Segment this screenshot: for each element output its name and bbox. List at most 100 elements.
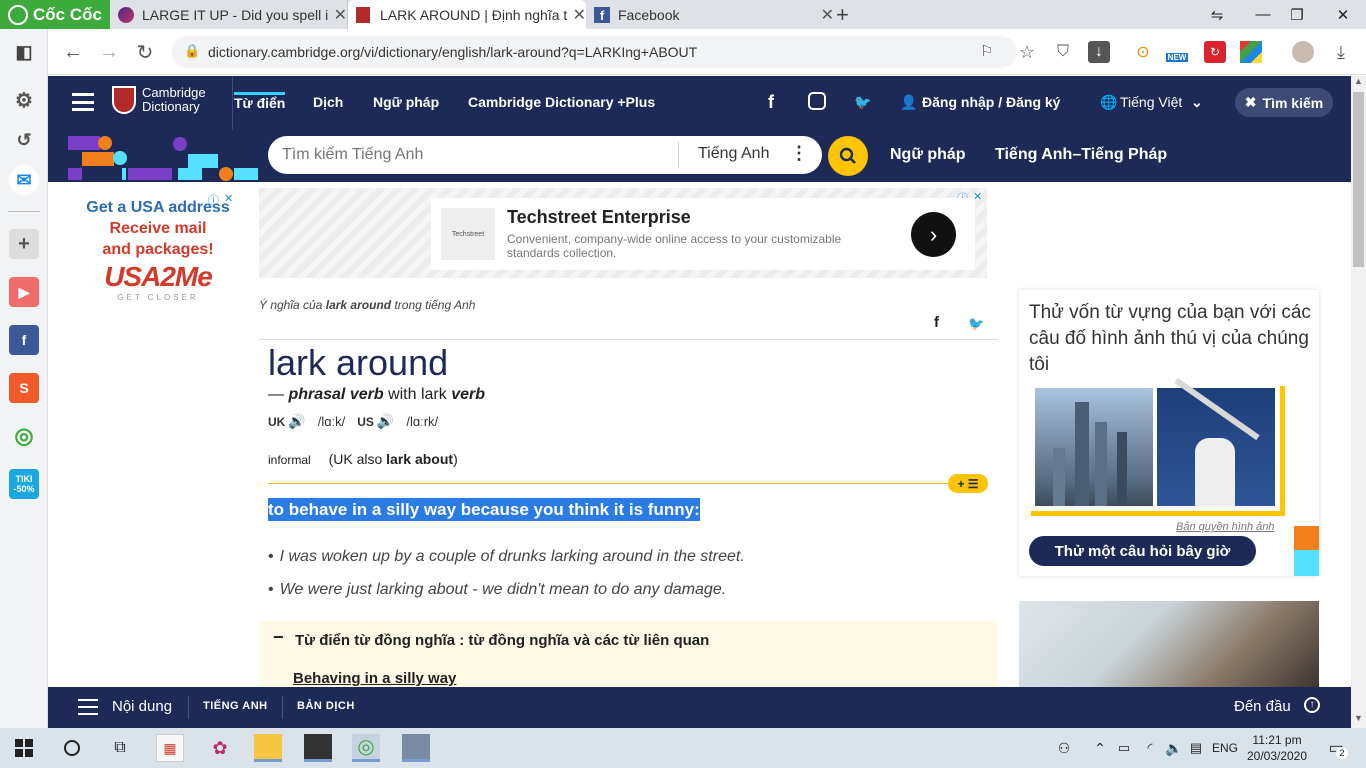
- english-french-link[interactable]: Tiếng Anh–Tiếng Pháp: [995, 146, 1167, 164]
- share-facebook-icon[interactable]: f: [934, 314, 939, 331]
- shield-icon[interactable]: ⛉: [1052, 41, 1074, 63]
- twitter-header-icon[interactable]: 🐦: [854, 94, 871, 111]
- restore-icon[interactable]: ❐: [1274, 0, 1320, 29]
- thesaurus-title[interactable]: Từ điển từ đồng nghĩa : từ đồng nghĩa và…: [295, 632, 709, 649]
- search-button[interactable]: [828, 136, 868, 176]
- new-tab-icon[interactable]: +: [836, 2, 849, 28]
- collapse-icon[interactable]: −: [273, 627, 284, 648]
- tab-translation[interactable]: BẢN DỊCH: [297, 700, 355, 712]
- more-options-icon[interactable]: ⋮: [790, 143, 808, 164]
- lock-icon[interactable]: 🔒: [184, 43, 200, 59]
- back-to-top-link[interactable]: Đến đầu: [1234, 698, 1291, 715]
- extension-colorful-icon[interactable]: [1240, 41, 1262, 63]
- close-window-icon[interactable]: ✕: [1320, 0, 1366, 29]
- also-word[interactable]: lark about: [386, 451, 453, 467]
- history-icon[interactable]: ↺: [9, 125, 39, 155]
- forward-arrow-icon[interactable]: →: [98, 41, 120, 63]
- ad-close-icon[interactable]: ✕: [224, 192, 233, 205]
- extension-new-icon[interactable]: NEW: [1165, 41, 1189, 63]
- extension-red-icon[interactable]: ↻: [1204, 41, 1226, 63]
- bookmark-star-icon[interactable]: ☆: [1016, 41, 1038, 63]
- top-ad[interactable]: ⓘ ✕ Techstreet Techstreet Enterprise Con…: [259, 188, 987, 278]
- tab-english[interactable]: TIẾNG ANH: [203, 700, 268, 712]
- facebook-icon[interactable]: f: [9, 325, 39, 355]
- facebook-header-icon[interactable]: f: [768, 92, 774, 113]
- window-menu-icon[interactable]: ⇋: [1194, 0, 1240, 29]
- scroll-up-icon[interactable]: ▲: [1354, 76, 1363, 86]
- tab-lark-around[interactable]: LARK AROUND | Định nghĩa t ✕: [348, 0, 586, 29]
- ad-line2: Receive mail: [109, 220, 207, 237]
- page-scrollbar[interactable]: ▲ ▼: [1351, 76, 1366, 728]
- tiki-icon[interactable]: TIKI -50%: [9, 469, 39, 499]
- us-speaker-icon[interactable]: 🔊: [377, 413, 394, 430]
- coccoc-taskbar-icon[interactable]: ◎: [352, 734, 380, 762]
- hamburger-menu-icon[interactable]: [72, 93, 94, 111]
- nav-dictionary[interactable]: Từ điển: [234, 92, 286, 111]
- share-twitter-icon[interactable]: 🐦: [968, 316, 984, 332]
- back-arrow-icon[interactable]: ←: [62, 41, 84, 63]
- downloads-icon[interactable]: ⤓: [1330, 41, 1352, 63]
- language-indicator[interactable]: ENG: [1212, 741, 1238, 755]
- uk-speaker-icon[interactable]: 🔊: [288, 413, 305, 430]
- coccoc-logo-button[interactable]: Cốc Cốc: [0, 0, 110, 29]
- scroll-down-icon[interactable]: ▼: [1354, 713, 1363, 723]
- file-explorer-icon[interactable]: [254, 734, 282, 762]
- extension-orange-icon[interactable]: ⊙: [1132, 41, 1154, 63]
- shopee-icon[interactable]: S: [9, 373, 39, 403]
- battery-icon[interactable]: ▭: [1110, 734, 1138, 762]
- instagram-header-icon[interactable]: [808, 92, 826, 110]
- close-tab-icon[interactable]: ✕: [821, 5, 834, 25]
- nav-plus[interactable]: Cambridge Dictionary +Plus: [468, 94, 655, 110]
- search-circle-icon[interactable]: [58, 734, 86, 762]
- download-box-icon[interactable]: ↓: [1088, 41, 1110, 63]
- taskbar-app-2-icon[interactable]: ✿: [206, 734, 234, 762]
- ad-arrow-button[interactable]: ›: [911, 212, 956, 257]
- nav-grammar[interactable]: Ngữ pháp: [373, 94, 439, 110]
- windows-start-icon[interactable]: [10, 734, 38, 762]
- contents-menu-icon[interactable]: [78, 699, 98, 715]
- keyboard-icon[interactable]: ▤: [1182, 734, 1210, 762]
- close-search-button[interactable]: ✖ Tìm kiếm: [1235, 88, 1333, 117]
- close-tab-icon[interactable]: ✕: [573, 5, 586, 25]
- contents-label[interactable]: Nội dung: [112, 698, 172, 715]
- task-view-icon[interactable]: ⧉: [106, 734, 134, 762]
- clock[interactable]: 11:21 pm 20/03/2020: [1244, 732, 1310, 764]
- left-ad[interactable]: ⓘ ✕ Get a USA address Receive mail and p…: [78, 192, 238, 322]
- taskbar-app-3-icon[interactable]: [402, 734, 430, 762]
- reload-icon[interactable]: ↻: [134, 41, 156, 64]
- scroll-thumb[interactable]: [1353, 92, 1364, 267]
- quiz-start-button[interactable]: Thử một câu hỏi bây giờ: [1029, 536, 1256, 566]
- quiz-image-frame[interactable]: [1031, 377, 1285, 516]
- settings-gear-icon[interactable]: ⚙: [9, 85, 39, 115]
- image-credit-link[interactable]: Bản quyền hình ảnh: [1176, 521, 1274, 533]
- sticky-notes-icon[interactable]: [304, 734, 332, 762]
- people-icon[interactable]: ⚇: [1050, 734, 1078, 762]
- profile-avatar-icon[interactable]: [1292, 41, 1314, 63]
- dictionary-selector[interactable]: Tiếng Anh: [698, 145, 769, 163]
- add-to-list-button[interactable]: + ☰: [948, 474, 988, 493]
- taskbar-app-1-icon[interactable]: ▦: [156, 734, 184, 762]
- youtube-icon[interactable]: ▶: [9, 277, 39, 307]
- grammar-link[interactable]: Ngữ pháp: [890, 146, 966, 164]
- nav-translate[interactable]: Dịch: [313, 94, 343, 110]
- close-tab-icon[interactable]: ✕: [334, 5, 347, 25]
- tab-large-it-up[interactable]: LARGE IT UP - Did you spell it ✕: [110, 0, 348, 29]
- coccoc-green-icon[interactable]: ◎: [9, 421, 39, 451]
- translate-icon[interactable]: ⚐: [980, 42, 993, 60]
- language-selector[interactable]: Tiếng Việt: [1120, 94, 1182, 110]
- ad-info-icon[interactable]: ⓘ: [208, 192, 219, 208]
- ad-card[interactable]: Techstreet Techstreet Enterprise Conveni…: [431, 198, 975, 270]
- login-link[interactable]: Đăng nhập / Đăng ký: [922, 94, 1060, 110]
- cambridge-logo[interactable]: Cambridge Dictionary: [112, 86, 206, 114]
- address-bar[interactable]: 🔒 dictionary.cambridge.org/vi/dictionary…: [172, 36, 1017, 68]
- chevron-down-icon[interactable]: ⌄: [1191, 94, 1203, 111]
- thesaurus-link[interactable]: Behaving in a silly way: [293, 670, 456, 687]
- sidebar-toggle-icon[interactable]: ◧: [9, 37, 39, 67]
- url-text[interactable]: dictionary.cambridge.org/vi/dictionary/e…: [208, 44, 697, 60]
- search-input[interactable]: [282, 144, 662, 166]
- messenger-icon[interactable]: ✉: [9, 165, 39, 195]
- right-ad-image[interactable]: [1019, 601, 1319, 687]
- tab-facebook[interactable]: f Facebook ✕: [590, 0, 834, 29]
- add-sidebar-app-icon[interactable]: +: [9, 229, 39, 259]
- arrow-up-circle-icon[interactable]: ↑: [1304, 697, 1320, 713]
